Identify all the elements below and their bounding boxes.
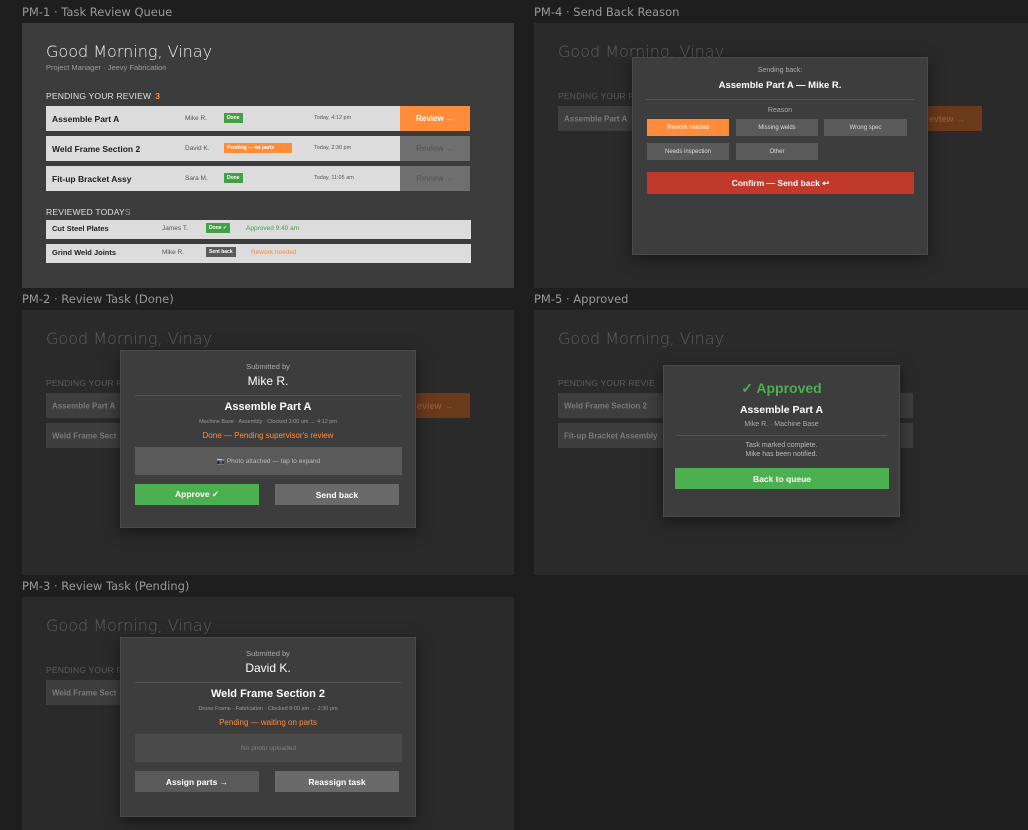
review-button-2[interactable]: Review → [400,136,470,161]
status-badge: Done [224,173,243,183]
review-status: Rework needed [251,249,297,256]
greeting: Good Morning, Vinay [46,42,213,61]
reason-chip-needs-inspection[interactable]: Needs inspection [647,143,729,160]
task-time: Today, 4:12 pm [314,115,352,121]
reviewed-row-1[interactable]: Cut Steel Plates James T. Done ✓ Approve… [46,220,471,239]
reason-chip-missing-welds[interactable]: Missing welds [736,119,818,136]
greeting: Good Morning, Vinay [46,329,213,348]
frame-pm3: Good Morning, Vinay PENDING YOUR REVIEW … [22,597,514,830]
reason-label: Reason [767,107,793,114]
task-time: Today, 2:30 pm [314,145,352,151]
frame-label-pm4: PM-4 · Send Back Reason [534,5,680,19]
task-worker: David K. [185,145,210,152]
task-title: Grind Weld Joints [52,248,117,257]
bg-row: Assemble Part A [46,393,126,418]
task-worker: Mike R. [185,115,208,122]
task-title: Assemble Part A [739,404,824,416]
frame-label-pm3: PM-3 · Review Task (Pending) [22,579,190,593]
frame-label-pm2: PM-2 · Review Task (Done) [22,292,174,306]
approve-button[interactable]: Approve ✓ [135,484,259,505]
subtitle: Project Manager · Jeevy Fabrication [46,63,167,72]
status-badge: Done [224,113,243,123]
task-title: Assemble Part A [224,401,312,413]
confirm-send-back-button[interactable]: Confirm — Send back ↩ [647,172,914,194]
bg-row: Weld Frame Sect [46,680,126,705]
confirm-msg-1: Task marked complete. [745,442,818,449]
bg-row: Weld Frame Sect [46,423,126,448]
status-badge: Done ✓ [206,223,231,233]
status-badge: Sent back [206,247,236,257]
pending-row-1[interactable]: Assemble Part A Mike R. Done Today, 4:12… [46,106,400,131]
pending-row-3[interactable]: Fit-up Bracket Assy Sara M. Done Today, … [46,166,400,191]
approved-modal: ✓ Approved Assemble Part A Mike R. · Mac… [663,365,900,517]
review-button-3[interactable]: Review → [400,166,470,191]
reason-chip-other[interactable]: Other [736,143,818,160]
reviewed-heading: REVIEWED TODAYS [46,207,131,217]
confirm-msg-2: Mike has been notified. [745,451,818,458]
assign-parts-button[interactable]: Assign parts → [135,771,259,792]
submitter-name: David K. [245,661,291,675]
task-meta: Drone Frame · Fabrication · Clocked 8:00… [198,706,338,712]
review-button-1[interactable]: Review → [400,106,470,131]
send-back-target: Assemble Part A — Mike R. [718,80,842,91]
review-status: Approved 9:40 am [246,225,300,232]
bg-row: Assemble Part A [558,106,638,131]
reassign-task-button[interactable]: Reassign task [275,771,399,792]
back-to-queue-button[interactable]: Back to queue [675,468,889,489]
pending-row-2[interactable]: Weld Frame Section 2 David K. Pending — … [46,136,400,161]
frame-pm5: Good Morning, Vinay PENDING YOUR REVIE W… [534,310,1028,575]
photo-attachment[interactable]: 📷 Photo attached — tap to expand [135,447,402,475]
submitted-by-label: Submitted by [246,362,290,371]
frame-pm2: Good Morning, Vinay PENDING YOUR REVIEW … [22,310,514,575]
frame-label-pm1: PM-1 · Task Review Queue [22,5,173,19]
photo-placeholder: No photo uploaded [135,734,402,762]
task-worker: James T. [162,225,188,232]
task-time: Today, 11:05 am [314,175,354,181]
greeting: Good Morning, Vinay [46,616,213,635]
submitter-name: Mike R. [247,374,289,388]
task-title: Weld Frame Section 2 [210,688,326,700]
task-title: Weld Frame Section 2 [52,144,141,154]
reviewed-count: S [124,207,131,217]
task-meta: Machine Base · Assembly · Clocked 3:00 a… [199,419,337,425]
task-state: Done — Pending supervisor's review [202,431,334,440]
pending-count: 3 [155,91,161,101]
task-worker: Mike R. [162,249,185,256]
task-worker: Sara M. [185,175,208,182]
task-title: Fit-up Bracket Assy [52,174,132,184]
reviewed-row-2[interactable]: Grind Weld Joints Mike R. Sent back Rewo… [46,244,471,263]
approved-heading: ✓ Approved [741,380,822,396]
reason-chip-wrong-spec[interactable]: Wrong spec [824,119,907,136]
frame-label-pm5: PM-5 · Approved [534,292,629,306]
submitted-by-label: Submitted by [246,649,290,658]
send-back-button[interactable]: Send back [275,484,399,505]
task-title: Assemble Part A [52,114,120,124]
pending-heading: PENDING YOUR REVIEW 3 [46,91,161,101]
review-task-modal: Submitted by Mike R. Assemble Part A Mac… [120,350,416,528]
frame-pm1: Good Morning, Vinay Project Manager · Je… [22,23,514,288]
status-badge: Pending — no parts [224,143,292,153]
pending-heading: PENDING YOUR REVIE [558,378,655,388]
task-meta: Mike R. · Machine Base [744,421,819,428]
task-title: Cut Steel Plates [52,224,109,233]
greeting: Good Morning, Vinay [558,329,725,348]
sending-back-label: Sending back: [757,67,803,74]
reason-chip-rework[interactable]: Rework needed [647,119,729,136]
task-state: Pending — waiting on parts [219,718,317,727]
review-task-modal: Submitted by David K. Weld Frame Section… [120,637,416,817]
frame-pm4: Good Morning, Vinay PENDING YOUR REVIEW … [534,23,1028,288]
send-back-modal: Sending back: Assemble Part A — Mike R. … [632,57,928,255]
